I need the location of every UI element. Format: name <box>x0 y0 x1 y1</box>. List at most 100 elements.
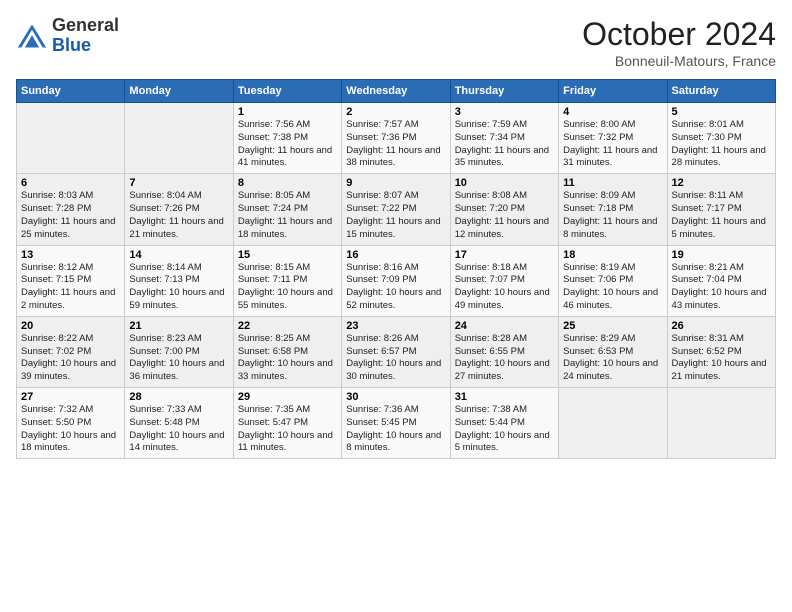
calendar-cell: 15Sunrise: 8:15 AM Sunset: 7:11 PM Dayli… <box>233 245 341 316</box>
calendar-cell: 19Sunrise: 8:21 AM Sunset: 7:04 PM Dayli… <box>667 245 775 316</box>
day-number: 9 <box>346 177 445 189</box>
day-info: Sunrise: 7:36 AM Sunset: 5:45 PM Dayligh… <box>346 404 445 455</box>
day-number: 12 <box>672 177 771 189</box>
day-number: 26 <box>672 320 771 332</box>
week-row-4: 20Sunrise: 8:22 AM Sunset: 7:02 PM Dayli… <box>17 316 776 387</box>
day-number: 20 <box>21 320 120 332</box>
calendar-cell: 31Sunrise: 7:38 AM Sunset: 5:44 PM Dayli… <box>450 388 558 459</box>
calendar-cell: 18Sunrise: 8:19 AM Sunset: 7:06 PM Dayli… <box>559 245 667 316</box>
day-number: 13 <box>21 249 120 261</box>
calendar-cell: 30Sunrise: 7:36 AM Sunset: 5:45 PM Dayli… <box>342 388 450 459</box>
day-info: Sunrise: 8:23 AM Sunset: 7:00 PM Dayligh… <box>129 333 228 384</box>
calendar-body: 1Sunrise: 7:56 AM Sunset: 7:38 PM Daylig… <box>17 103 776 459</box>
day-info: Sunrise: 8:05 AM Sunset: 7:24 PM Dayligh… <box>238 190 337 241</box>
logo: General Blue <box>16 16 119 56</box>
day-info: Sunrise: 8:18 AM Sunset: 7:07 PM Dayligh… <box>455 262 554 313</box>
week-row-1: 1Sunrise: 7:56 AM Sunset: 7:38 PM Daylig… <box>17 103 776 174</box>
day-info: Sunrise: 8:08 AM Sunset: 7:20 PM Dayligh… <box>455 190 554 241</box>
day-number: 30 <box>346 391 445 403</box>
weekday-sunday: Sunday <box>17 80 125 103</box>
calendar-cell: 2Sunrise: 7:57 AM Sunset: 7:36 PM Daylig… <box>342 103 450 174</box>
day-info: Sunrise: 8:09 AM Sunset: 7:18 PM Dayligh… <box>563 190 662 241</box>
day-info: Sunrise: 7:59 AM Sunset: 7:34 PM Dayligh… <box>455 119 554 170</box>
day-info: Sunrise: 7:35 AM Sunset: 5:47 PM Dayligh… <box>238 404 337 455</box>
day-info: Sunrise: 8:16 AM Sunset: 7:09 PM Dayligh… <box>346 262 445 313</box>
day-number: 25 <box>563 320 662 332</box>
calendar-cell: 10Sunrise: 8:08 AM Sunset: 7:20 PM Dayli… <box>450 174 558 245</box>
calendar-cell <box>667 388 775 459</box>
week-row-3: 13Sunrise: 8:12 AM Sunset: 7:15 PM Dayli… <box>17 245 776 316</box>
location: Bonneuil-Matours, France <box>582 53 776 69</box>
day-info: Sunrise: 8:00 AM Sunset: 7:32 PM Dayligh… <box>563 119 662 170</box>
calendar-cell: 29Sunrise: 7:35 AM Sunset: 5:47 PM Dayli… <box>233 388 341 459</box>
calendar-cell: 4Sunrise: 8:00 AM Sunset: 7:32 PM Daylig… <box>559 103 667 174</box>
calendar-cell: 14Sunrise: 8:14 AM Sunset: 7:13 PM Dayli… <box>125 245 233 316</box>
day-number: 5 <box>672 106 771 118</box>
calendar-cell: 25Sunrise: 8:29 AM Sunset: 6:53 PM Dayli… <box>559 316 667 387</box>
calendar-cell: 5Sunrise: 8:01 AM Sunset: 7:30 PM Daylig… <box>667 103 775 174</box>
calendar-cell: 17Sunrise: 8:18 AM Sunset: 7:07 PM Dayli… <box>450 245 558 316</box>
weekday-friday: Friday <box>559 80 667 103</box>
day-number: 14 <box>129 249 228 261</box>
day-info: Sunrise: 8:15 AM Sunset: 7:11 PM Dayligh… <box>238 262 337 313</box>
calendar-cell: 26Sunrise: 8:31 AM Sunset: 6:52 PM Dayli… <box>667 316 775 387</box>
day-info: Sunrise: 7:56 AM Sunset: 7:38 PM Dayligh… <box>238 119 337 170</box>
calendar-cell <box>125 103 233 174</box>
calendar-header: SundayMondayTuesdayWednesdayThursdayFrid… <box>17 80 776 103</box>
day-number: 15 <box>238 249 337 261</box>
calendar-cell: 28Sunrise: 7:33 AM Sunset: 5:48 PM Dayli… <box>125 388 233 459</box>
day-info: Sunrise: 7:38 AM Sunset: 5:44 PM Dayligh… <box>455 404 554 455</box>
day-info: Sunrise: 8:26 AM Sunset: 6:57 PM Dayligh… <box>346 333 445 384</box>
day-number: 2 <box>346 106 445 118</box>
day-number: 21 <box>129 320 228 332</box>
calendar-cell: 16Sunrise: 8:16 AM Sunset: 7:09 PM Dayli… <box>342 245 450 316</box>
day-info: Sunrise: 8:25 AM Sunset: 6:58 PM Dayligh… <box>238 333 337 384</box>
week-row-5: 27Sunrise: 7:32 AM Sunset: 5:50 PM Dayli… <box>17 388 776 459</box>
weekday-monday: Monday <box>125 80 233 103</box>
day-info: Sunrise: 8:14 AM Sunset: 7:13 PM Dayligh… <box>129 262 228 313</box>
day-info: Sunrise: 8:31 AM Sunset: 6:52 PM Dayligh… <box>672 333 771 384</box>
day-info: Sunrise: 8:22 AM Sunset: 7:02 PM Dayligh… <box>21 333 120 384</box>
day-info: Sunrise: 7:33 AM Sunset: 5:48 PM Dayligh… <box>129 404 228 455</box>
calendar: SundayMondayTuesdayWednesdayThursdayFrid… <box>16 79 776 459</box>
day-number: 7 <box>129 177 228 189</box>
calendar-cell <box>17 103 125 174</box>
page-header: General Blue October 2024 Bonneuil-Matou… <box>16 16 776 69</box>
day-number: 11 <box>563 177 662 189</box>
calendar-cell: 7Sunrise: 8:04 AM Sunset: 7:26 PM Daylig… <box>125 174 233 245</box>
calendar-cell: 27Sunrise: 7:32 AM Sunset: 5:50 PM Dayli… <box>17 388 125 459</box>
logo-general: General <box>52 16 119 36</box>
month-title: October 2024 <box>582 16 776 53</box>
day-number: 10 <box>455 177 554 189</box>
weekday-tuesday: Tuesday <box>233 80 341 103</box>
title-block: October 2024 Bonneuil-Matours, France <box>582 16 776 69</box>
calendar-cell: 11Sunrise: 8:09 AM Sunset: 7:18 PM Dayli… <box>559 174 667 245</box>
day-info: Sunrise: 8:28 AM Sunset: 6:55 PM Dayligh… <box>455 333 554 384</box>
day-info: Sunrise: 8:01 AM Sunset: 7:30 PM Dayligh… <box>672 119 771 170</box>
calendar-cell: 21Sunrise: 8:23 AM Sunset: 7:00 PM Dayli… <box>125 316 233 387</box>
weekday-saturday: Saturday <box>667 80 775 103</box>
day-number: 18 <box>563 249 662 261</box>
day-info: Sunrise: 7:57 AM Sunset: 7:36 PM Dayligh… <box>346 119 445 170</box>
day-number: 17 <box>455 249 554 261</box>
calendar-cell <box>559 388 667 459</box>
day-info: Sunrise: 8:21 AM Sunset: 7:04 PM Dayligh… <box>672 262 771 313</box>
calendar-cell: 23Sunrise: 8:26 AM Sunset: 6:57 PM Dayli… <box>342 316 450 387</box>
day-number: 16 <box>346 249 445 261</box>
day-number: 22 <box>238 320 337 332</box>
day-info: Sunrise: 8:11 AM Sunset: 7:17 PM Dayligh… <box>672 190 771 241</box>
day-number: 31 <box>455 391 554 403</box>
weekday-wednesday: Wednesday <box>342 80 450 103</box>
day-info: Sunrise: 7:32 AM Sunset: 5:50 PM Dayligh… <box>21 404 120 455</box>
day-number: 3 <box>455 106 554 118</box>
calendar-cell: 8Sunrise: 8:05 AM Sunset: 7:24 PM Daylig… <box>233 174 341 245</box>
day-info: Sunrise: 8:29 AM Sunset: 6:53 PM Dayligh… <box>563 333 662 384</box>
calendar-cell: 3Sunrise: 7:59 AM Sunset: 7:34 PM Daylig… <box>450 103 558 174</box>
day-number: 4 <box>563 106 662 118</box>
day-info: Sunrise: 8:19 AM Sunset: 7:06 PM Dayligh… <box>563 262 662 313</box>
day-info: Sunrise: 8:04 AM Sunset: 7:26 PM Dayligh… <box>129 190 228 241</box>
calendar-cell: 13Sunrise: 8:12 AM Sunset: 7:15 PM Dayli… <box>17 245 125 316</box>
logo-text: General Blue <box>52 16 119 56</box>
day-info: Sunrise: 8:03 AM Sunset: 7:28 PM Dayligh… <box>21 190 120 241</box>
weekday-row: SundayMondayTuesdayWednesdayThursdayFrid… <box>17 80 776 103</box>
